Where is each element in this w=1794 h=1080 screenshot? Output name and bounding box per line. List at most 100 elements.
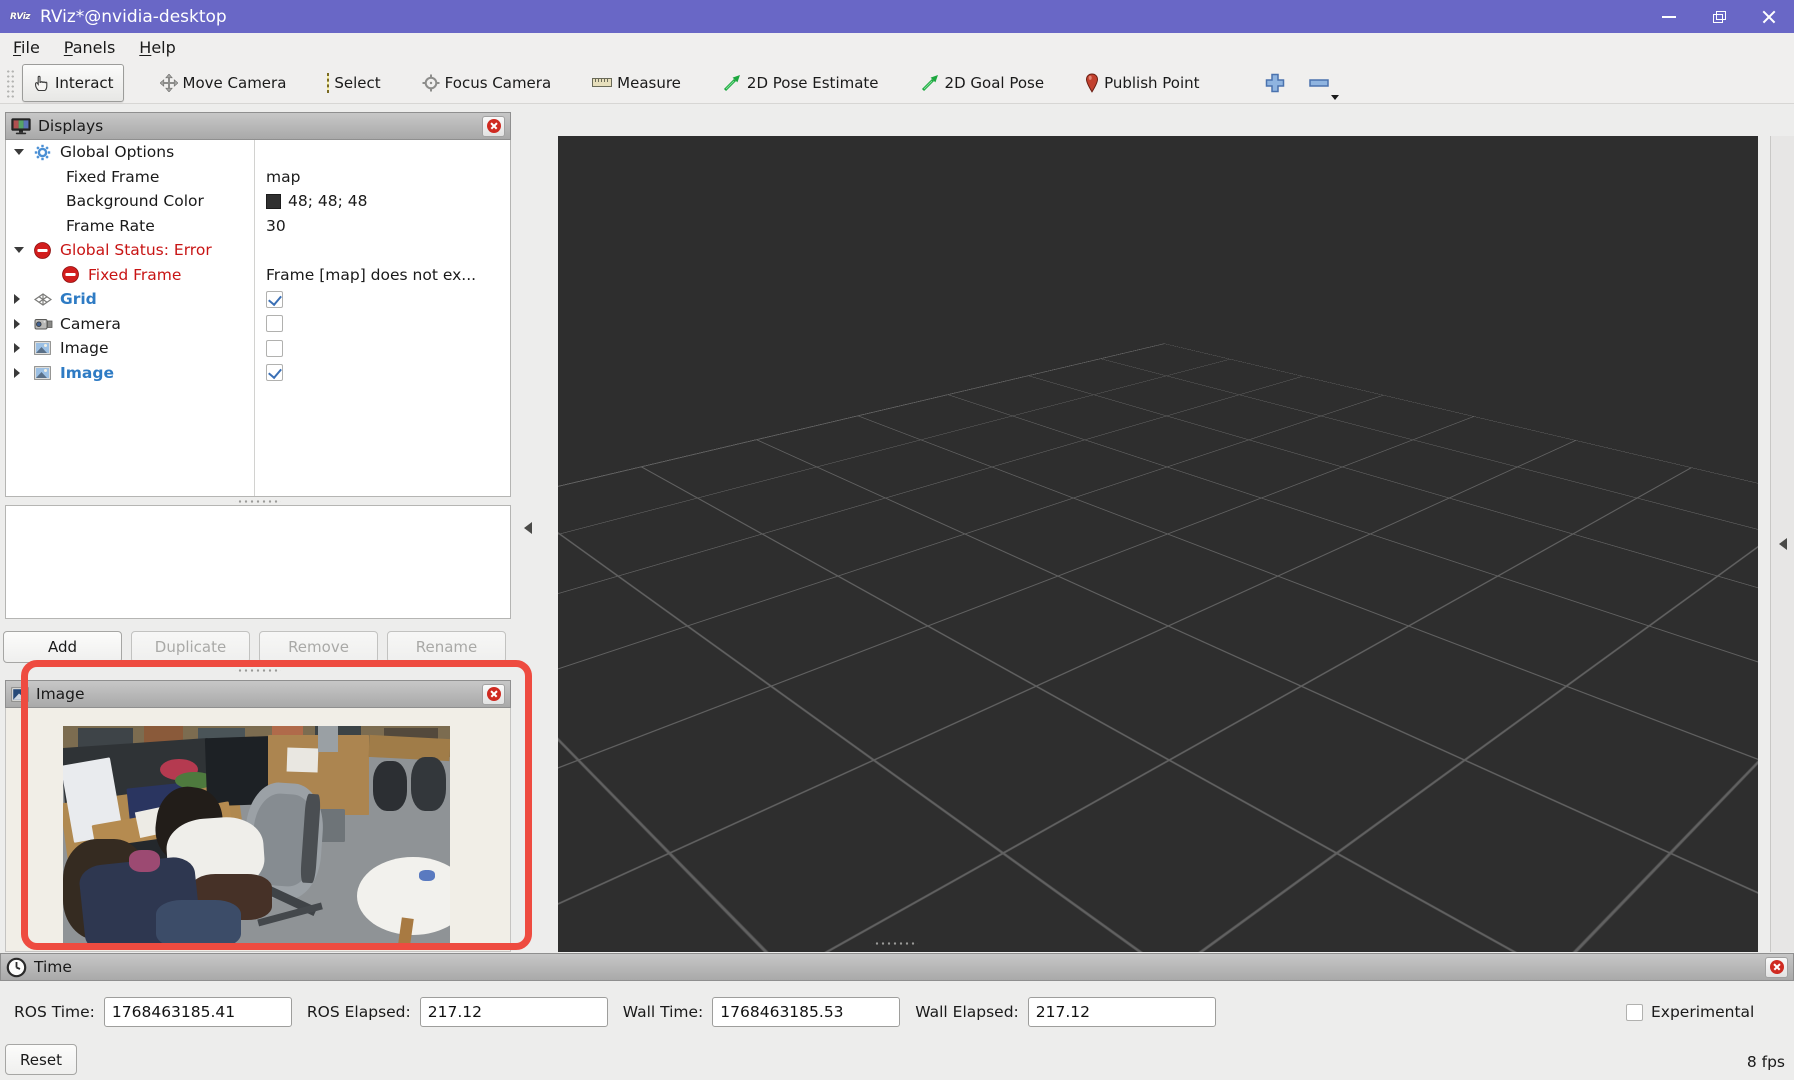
move-icon xyxy=(160,74,178,92)
close-window-button[interactable] xyxy=(1744,0,1794,33)
property-name: Grid xyxy=(6,287,254,312)
expander-down-icon[interactable] xyxy=(14,247,34,253)
photo-shape xyxy=(411,757,446,812)
time-field-label: Wall Elapsed: xyxy=(915,1003,1018,1021)
property-label: Fixed Frame xyxy=(66,168,159,186)
menu-item-panels[interactable]: Panels xyxy=(64,38,116,57)
time-field-input-ros-elapsed[interactable] xyxy=(420,997,608,1027)
expander-right-icon[interactable] xyxy=(14,319,34,329)
tool-label: Focus Camera xyxy=(445,74,551,92)
tool-dropdown-caret-icon[interactable] xyxy=(1331,95,1339,104)
display-buttons-row: AddDuplicateRemoveRename xyxy=(3,631,511,663)
property-label: Global Status: Error xyxy=(60,241,212,259)
error-icon xyxy=(34,242,51,259)
experimental-checkbox[interactable] xyxy=(1626,1004,1643,1021)
remove-tool-button[interactable] xyxy=(1297,66,1341,100)
restore-icon xyxy=(1713,11,1726,23)
tool-measure[interactable]: Measure xyxy=(582,64,691,102)
tree-row-grid[interactable]: Grid xyxy=(6,287,510,312)
add-display-button[interactable]: Add xyxy=(3,631,122,663)
tree-row-fixed-frame[interactable]: Fixed Frame map xyxy=(6,165,510,190)
property-value[interactable]: map xyxy=(254,168,510,186)
expander-right-icon[interactable] xyxy=(14,368,34,378)
tree-row-frame-rate[interactable]: Frame Rate30 xyxy=(6,214,510,239)
time-field-label: Wall Time: xyxy=(623,1003,704,1021)
property-name: Global Status: Error xyxy=(6,238,254,263)
tree-row-fixed-frame[interactable]: Fixed FrameFrame [map] does not ex... xyxy=(6,263,510,288)
tree-row-background-color[interactable]: Background Color48; 48; 48 xyxy=(6,189,510,214)
time-close-button[interactable] xyxy=(1765,957,1788,978)
time-panel-title: Time xyxy=(34,958,72,976)
displays-panel-title: Displays xyxy=(38,117,103,135)
tool-label: Move Camera xyxy=(183,74,287,92)
property-name: Fixed Frame xyxy=(6,165,254,190)
display-description-box[interactable] xyxy=(5,505,511,619)
image-close-button[interactable] xyxy=(482,684,505,705)
window-title: RViz*@nvidia-desktop xyxy=(40,7,227,27)
tool-2d-goal-pose[interactable]: 2D Goal Pose xyxy=(910,64,1055,102)
property-value[interactable] xyxy=(254,364,510,381)
displays-panel-header[interactable]: Displays xyxy=(5,112,511,140)
time-panel-header[interactable]: Time xyxy=(0,953,1794,981)
tool-2d-pose-estimate[interactable]: 2D Pose Estimate xyxy=(712,64,889,102)
property-value[interactable]: 48; 48; 48 xyxy=(254,192,510,210)
splitter-handle[interactable] xyxy=(872,941,918,946)
tool-label: Measure xyxy=(617,74,681,92)
property-value[interactable]: Frame [map] does not ex... xyxy=(254,266,510,284)
time-field-input-ros-time[interactable] xyxy=(104,997,292,1027)
tree-row-global-status-error[interactable]: Global Status: Error xyxy=(6,238,510,263)
toolbar-grip[interactable] xyxy=(5,68,14,98)
displays-close-button[interactable] xyxy=(482,116,505,137)
time-field-input-wall-time[interactable] xyxy=(712,997,900,1027)
enabled-checkbox-unchecked[interactable] xyxy=(266,340,283,357)
add-tool-button[interactable] xyxy=(1253,66,1297,100)
menu-item-help[interactable]: Help xyxy=(139,38,175,57)
reset-button[interactable]: Reset xyxy=(5,1044,77,1075)
image-panel-header[interactable]: Image xyxy=(5,680,511,708)
tool-publish-point[interactable]: Publish Point xyxy=(1075,64,1209,102)
enabled-checkbox-unchecked[interactable] xyxy=(266,315,283,332)
photo-shape xyxy=(318,726,337,752)
minimize-button[interactable] xyxy=(1644,0,1694,33)
time-field: Wall Elapsed: xyxy=(915,997,1215,1027)
expander-right-icon[interactable] xyxy=(14,343,34,353)
3d-viewport[interactable] xyxy=(558,136,1758,952)
expander-down-icon[interactable] xyxy=(14,149,34,155)
title-bar[interactable]: RViz RViz*@nvidia-desktop xyxy=(0,0,1794,33)
experimental-option: Experimental xyxy=(1626,1003,1754,1021)
minus-icon xyxy=(1308,78,1330,88)
tool-move-camera[interactable]: Move Camera xyxy=(150,64,297,102)
tree-row-image[interactable]: Image xyxy=(6,336,510,361)
enabled-checkbox-checked[interactable] xyxy=(266,291,283,308)
displays-tree: Global OptionsFixed FramemapBackground C… xyxy=(5,140,511,497)
property-name: Background Color xyxy=(6,189,254,214)
enabled-checkbox-checked[interactable] xyxy=(266,364,283,381)
gear-icon xyxy=(34,144,51,161)
tool-label: 2D Pose Estimate xyxy=(747,74,879,92)
splitter-handle[interactable] xyxy=(235,499,281,504)
tree-row-global-options[interactable]: Global Options xyxy=(6,140,510,165)
property-value[interactable] xyxy=(254,291,510,308)
tree-row-camera[interactable]: Camera xyxy=(6,312,510,337)
tool-interact[interactable]: Interact xyxy=(22,64,124,102)
splitter-handle[interactable] xyxy=(235,668,281,673)
tool-select[interactable]: Select xyxy=(317,64,390,102)
tool-focus-camera[interactable]: Focus Camera xyxy=(412,64,561,102)
property-value[interactable] xyxy=(254,315,510,332)
time-field-input-wall-elapsed[interactable] xyxy=(1028,997,1216,1027)
right-collapsed-panel[interactable] xyxy=(1770,136,1794,952)
tree-row-image[interactable]: Image xyxy=(6,361,510,386)
expander-right-icon[interactable] xyxy=(14,294,34,304)
tool-label: 2D Goal Pose xyxy=(945,74,1045,92)
error-icon xyxy=(62,266,79,283)
image-panel-icon xyxy=(11,687,29,702)
menu-item-file[interactable]: File xyxy=(13,38,40,57)
restore-button[interactable] xyxy=(1694,0,1744,33)
property-value[interactable]: 30 xyxy=(254,217,510,235)
panel-collapse-arrow-icon[interactable] xyxy=(524,522,532,534)
image-icon xyxy=(34,366,51,380)
color-swatch xyxy=(266,194,281,209)
select-icon xyxy=(327,74,329,92)
clock-icon xyxy=(6,957,27,978)
property-value[interactable] xyxy=(254,340,510,357)
